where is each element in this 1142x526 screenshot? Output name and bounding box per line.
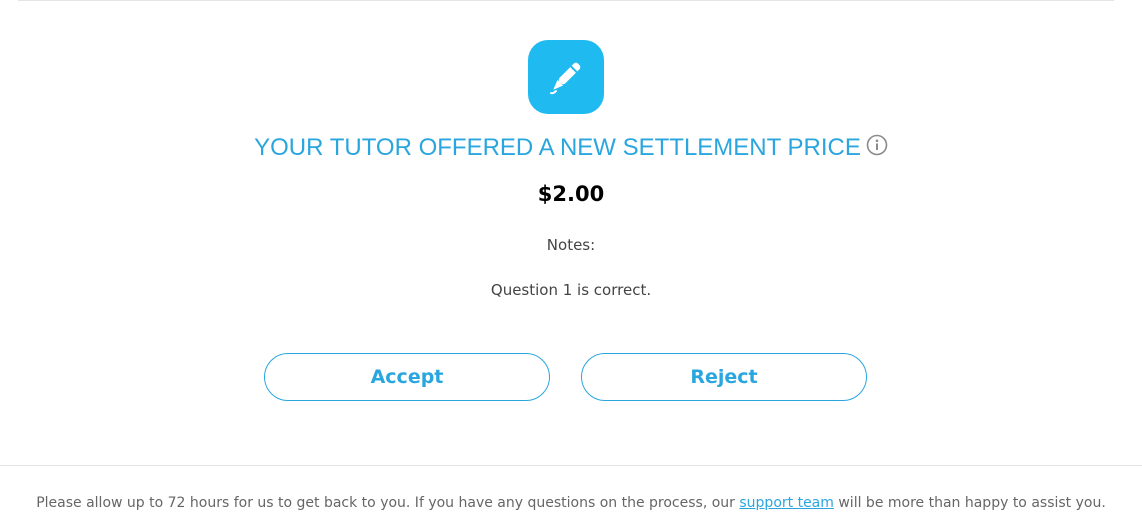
accept-button[interactable]: Accept	[264, 353, 550, 401]
notes-text: Question 1 is correct.	[490, 281, 652, 299]
footer-text-after: will be more than happy to assist you.	[833, 495, 1106, 511]
info-icon[interactable]	[866, 134, 888, 160]
offer-heading: YOUR TUTOR OFFERED A NEW SETTLEMENT PRIC…	[0, 134, 1142, 162]
page-title: YOUR TUTOR OFFERED A NEW SETTLEMENT PRIC…	[254, 134, 861, 161]
settlement-price: $2.00	[537, 182, 605, 206]
footer-note: Please allow up to 72 hours for us to ge…	[0, 495, 1142, 511]
pen-glyph	[550, 62, 581, 95]
footer-divider	[0, 465, 1142, 466]
support-team-link[interactable]: support team	[739, 495, 834, 511]
reject-button[interactable]: Reject	[581, 353, 867, 401]
pen-icon	[528, 40, 604, 114]
notes-label: Notes:	[546, 236, 596, 254]
footer-text-before: Please allow up to 72 hours for us to ge…	[36, 495, 740, 511]
top-divider	[18, 0, 1114, 1]
